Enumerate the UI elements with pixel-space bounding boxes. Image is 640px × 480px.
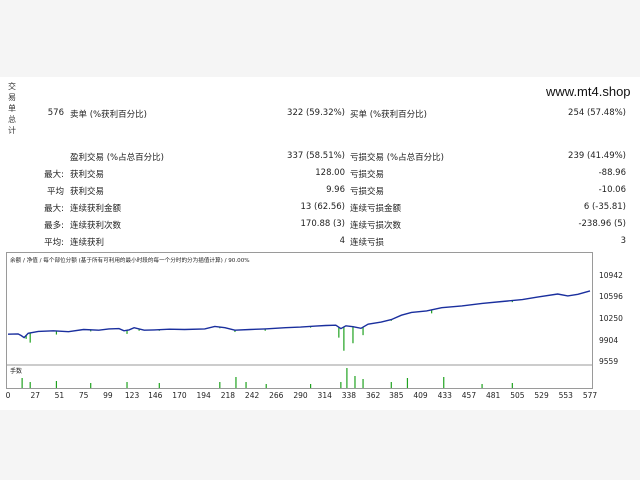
- avg-consec-prefix: 平均:: [44, 238, 64, 248]
- x-tick-label: 338: [341, 391, 357, 400]
- max-prefix: 最大:: [44, 204, 64, 214]
- max-consec-losses-value: 6 (-35.81): [583, 202, 626, 212]
- long-positions-value: 254 (57.48%): [568, 108, 626, 118]
- x-tick-label: 27: [30, 391, 40, 400]
- x-tick-label: 553: [558, 391, 573, 400]
- total-trades-value: 576: [47, 108, 64, 118]
- largest-profit-value: 128.00: [315, 168, 345, 178]
- max-consec-wins-label: 连续获利金额: [70, 204, 122, 214]
- x-tick-label: 433: [437, 391, 452, 400]
- avg-consec-losses-value: 3: [620, 236, 626, 246]
- x-tick-label: 170: [172, 391, 187, 400]
- x-tick-label: 385: [389, 391, 404, 400]
- maximal-prefix: 最多:: [44, 221, 64, 231]
- loss-trades-value: 239 (41.49%): [568, 151, 626, 161]
- profit-trades-label: 盈利交易 (%占总百分比): [70, 153, 164, 163]
- maximal-consec-profit-label: 连续获利次数: [70, 221, 122, 231]
- x-tick-label: 99: [103, 391, 113, 400]
- side-char: 总: [8, 115, 16, 124]
- x-tick-label: 314: [317, 391, 332, 400]
- y-tick-label: 9904: [599, 335, 619, 345]
- profit-trades-value: 337 (58.51%): [287, 151, 345, 161]
- avg-consec-wins-value: 4: [339, 236, 345, 246]
- average-loss-value: -10.06: [598, 185, 626, 195]
- avg-consec-wins-label: 连续获利: [70, 238, 105, 248]
- x-tick-label: 51: [54, 391, 65, 400]
- x-tick-label: 218: [220, 391, 236, 400]
- loss-trades-label: 亏损交易 (%占总百分比): [350, 153, 444, 163]
- x-tick-label: 0: [5, 391, 11, 400]
- x-tick-label: 362: [365, 391, 381, 400]
- maximal-consec-profit-value: 170.88 (3): [300, 219, 345, 229]
- x-tick-label: 529: [534, 391, 549, 400]
- average-loss-label: 亏损交易: [350, 187, 385, 197]
- x-tick-label: 194: [196, 391, 211, 400]
- chart-legend-text: 余额 / 净值 / 每个部位分额 (基于所有可利用的最小时段的每一个分时的分为插…: [10, 256, 250, 264]
- largest-loss-label: 亏损交易: [350, 170, 385, 180]
- x-tick-label: 481: [485, 391, 501, 400]
- subpanel-label: 手数: [10, 367, 22, 375]
- largest-loss-value: -88.96: [598, 168, 626, 178]
- chart-frame: [6, 252, 593, 389]
- average-profit-value: 9.96: [326, 185, 345, 195]
- avg-consec-losses-label: 连续亏损: [350, 238, 385, 248]
- max-consec-losses-label: 连续亏损金额: [350, 204, 402, 214]
- x-tick-label: 290: [293, 391, 308, 400]
- x-tick-label: 266: [269, 391, 284, 400]
- side-char: 交: [8, 82, 16, 91]
- summary-side-label: 交 易 单 总 计: [6, 81, 18, 136]
- max-consec-wins-value: 13 (62.56): [300, 202, 345, 212]
- x-tick-label: 577: [582, 391, 598, 400]
- short-positions-value: 322 (59.32%): [287, 108, 345, 118]
- maximal-consec-loss-value: -238.96 (5): [578, 219, 626, 229]
- average-prefix: 平均: [46, 187, 64, 197]
- side-char: 易: [8, 93, 16, 102]
- y-tick-label: 10596: [599, 292, 623, 302]
- x-tick-label: 146: [148, 391, 163, 400]
- average-profit-label: 获利交易: [70, 187, 105, 197]
- y-tick-label: 9559: [599, 357, 619, 366]
- y-tick-label: 10942: [599, 270, 623, 280]
- side-char: 计: [8, 126, 16, 135]
- largest-profit-label: 获利交易: [70, 170, 105, 180]
- balance-equity-chart: 余额 / 净值 / 每个部位分额 (基于所有可利用的最小时段的每一个分时的分为插…: [6, 252, 593, 389]
- x-tick-label: 242: [244, 391, 260, 400]
- long-positions-label: 买单 (%获利百分比): [350, 110, 427, 120]
- x-tick-label: 457: [461, 391, 477, 400]
- x-tick-label: 409: [413, 391, 428, 400]
- maximal-consec-loss-label: 连续亏损次数: [350, 221, 402, 231]
- side-char: 单: [8, 104, 16, 113]
- x-tick-label: 505: [510, 391, 525, 400]
- short-positions-label: 卖单 (%获利百分比): [70, 110, 147, 120]
- watermark: www.mt4.shop: [546, 84, 631, 99]
- y-tick-label: 10250: [599, 313, 623, 323]
- largest-prefix: 最大:: [44, 170, 64, 180]
- x-tick-label: 75: [78, 391, 89, 400]
- x-tick-label: 123: [124, 391, 140, 400]
